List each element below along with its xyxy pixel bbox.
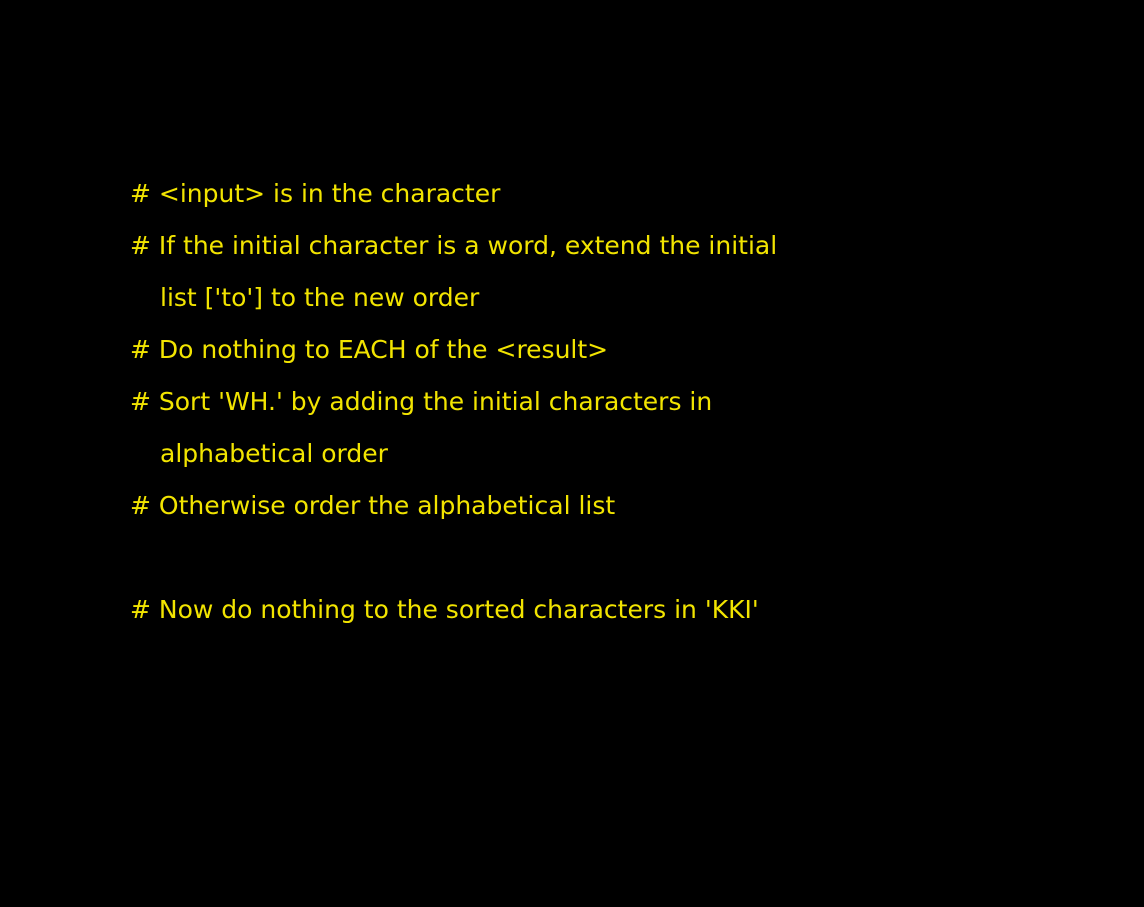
comment-line-4: # Sort 'WH.' by adding the initial chara… — [130, 387, 713, 416]
comment-line-2: # If the initial character is a word, ex… — [130, 231, 778, 260]
comment-line-4-continuation: alphabetical order — [160, 439, 388, 468]
comment-line-2-continuation: list ['to'] to the new order — [160, 283, 480, 312]
comment-block: # <input> is in the character # If the i… — [130, 168, 1110, 636]
comment-line-1: # <input> is in the character — [130, 179, 501, 208]
comment-line-5: # Otherwise order the alphabetical list — [130, 491, 616, 520]
comment-line-6: # Now do nothing to the sorted character… — [130, 595, 759, 624]
comment-line-3: # Do nothing to EACH of the <result> — [130, 335, 609, 364]
